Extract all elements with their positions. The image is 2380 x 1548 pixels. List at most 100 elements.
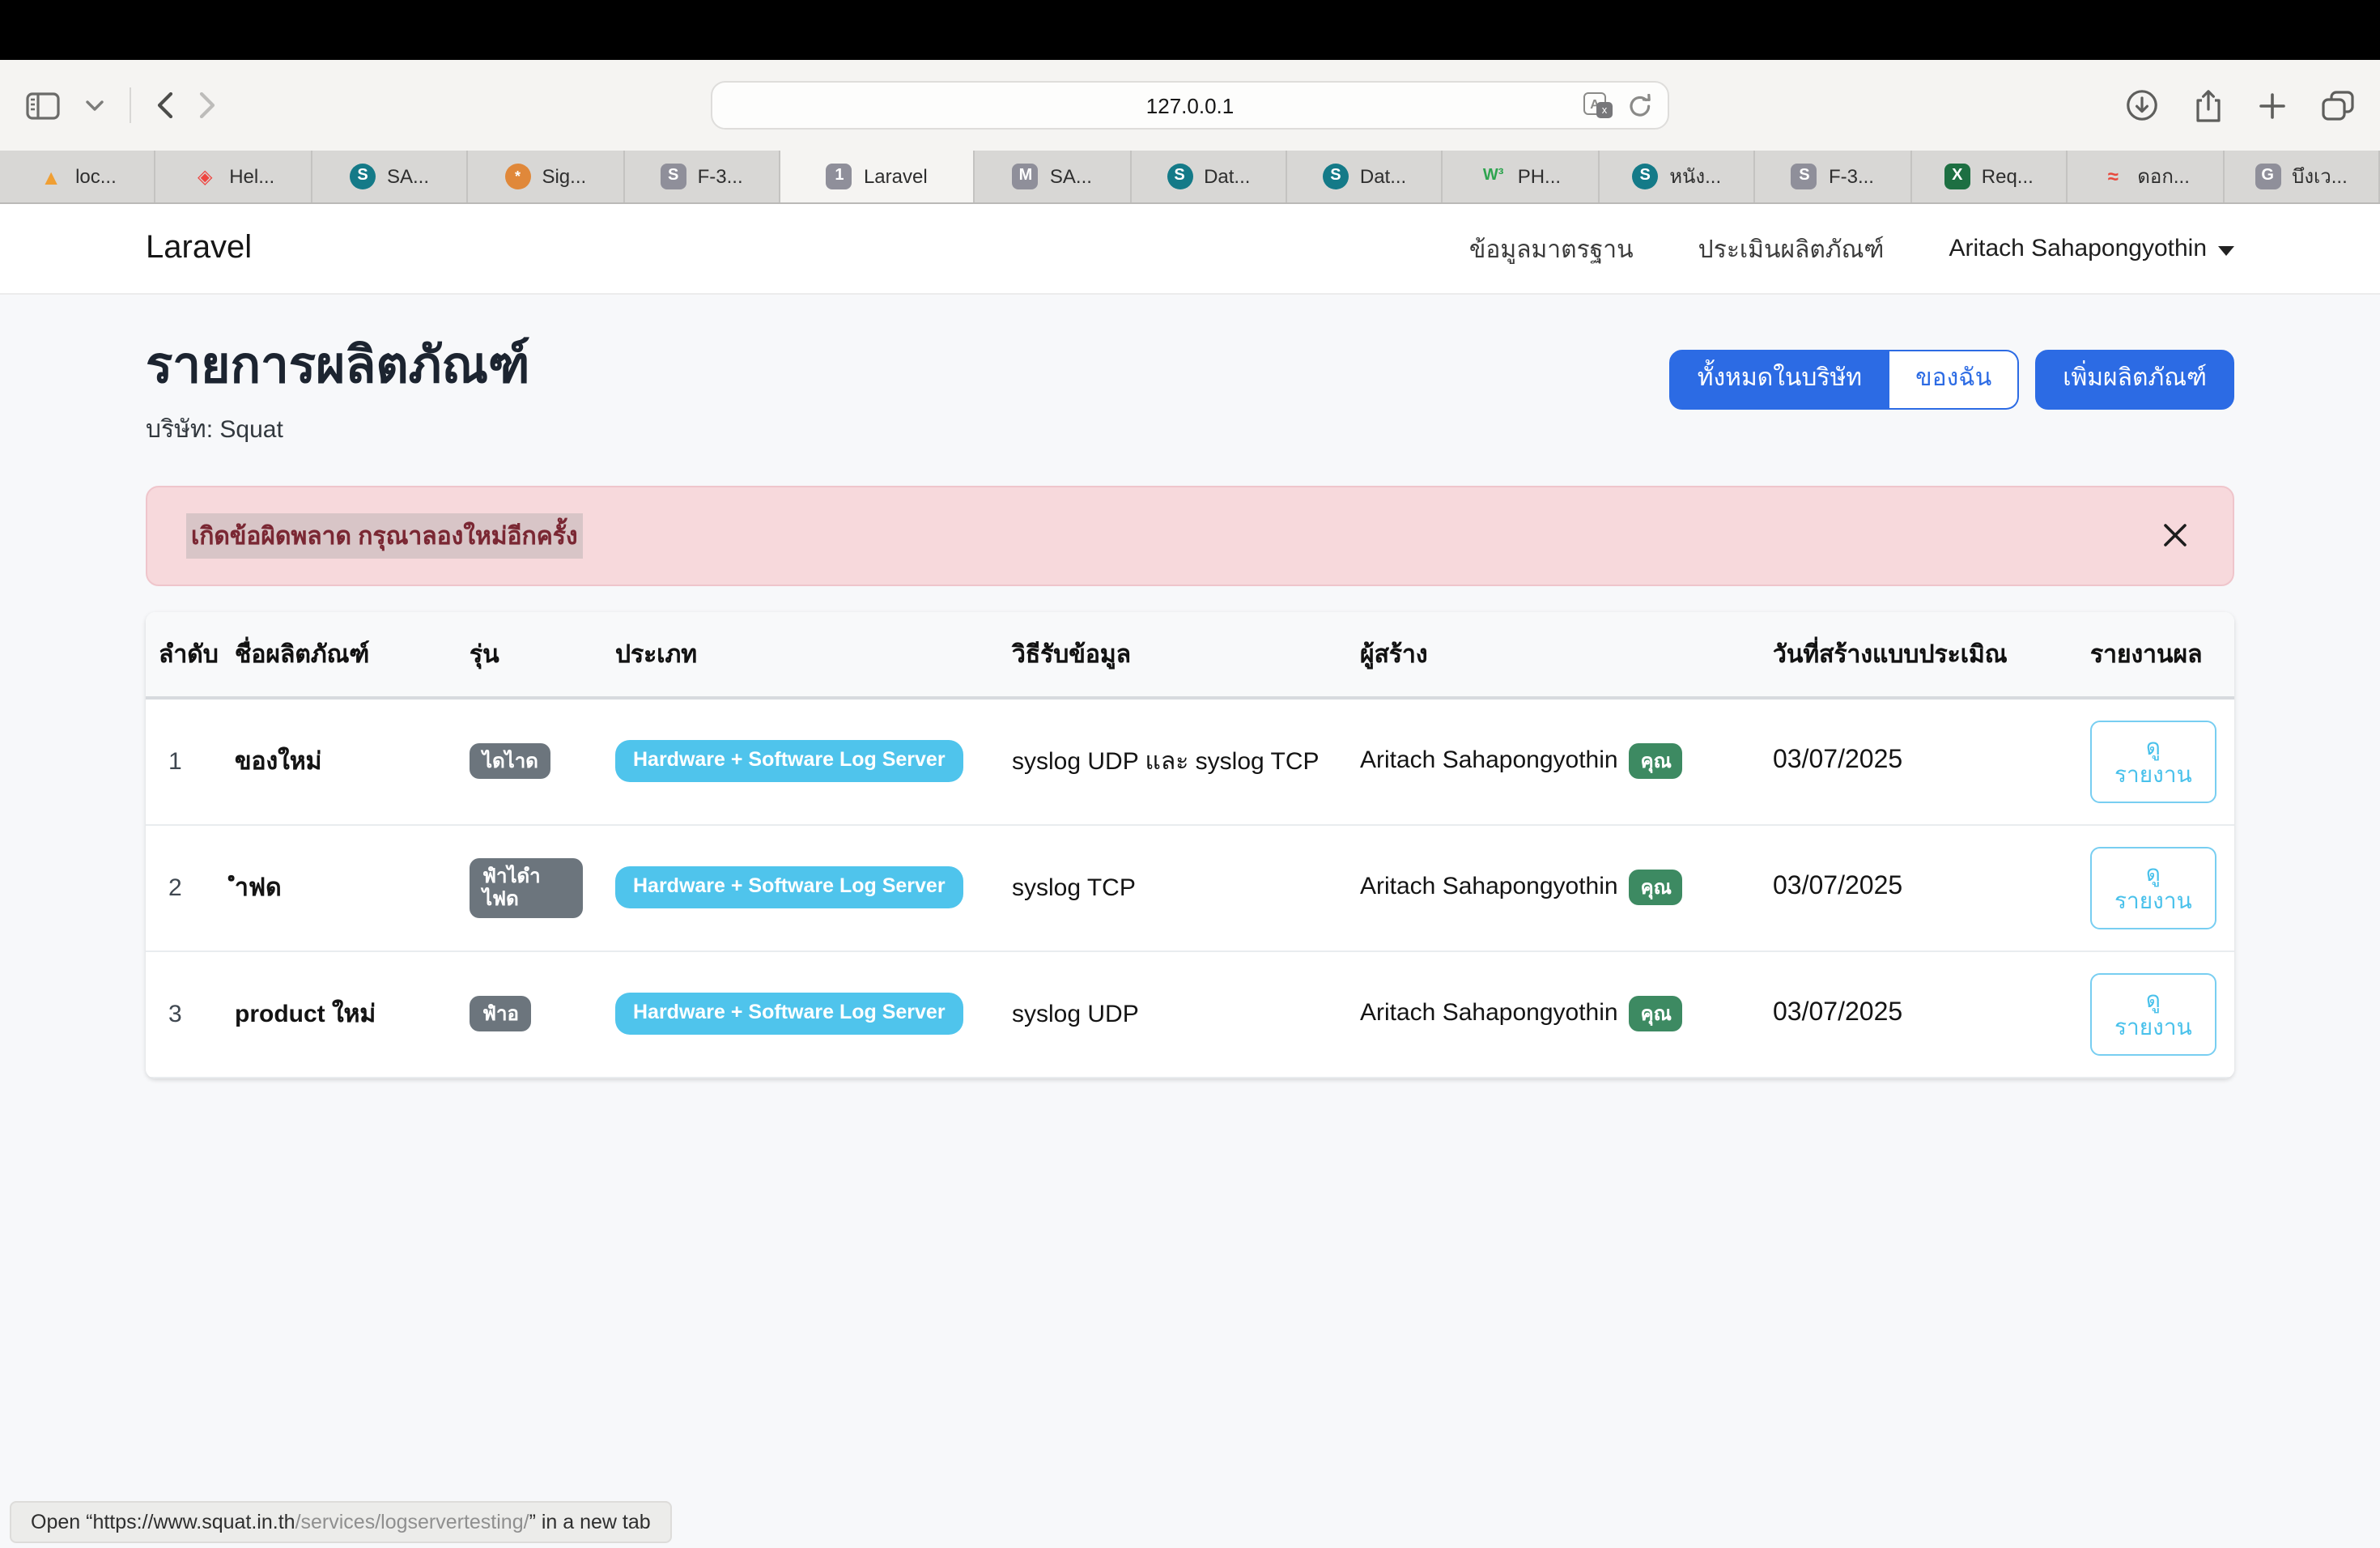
tab-strip: ▲ loc... ◈ Hel... S SA... * Sig... S F-3… <box>0 151 2380 204</box>
sidebar-icon <box>26 91 60 119</box>
product-name: ของใหม่ <box>219 697 453 824</box>
safari-window: 127.0.0.1 A x <box>0 0 2380 1548</box>
excel-favicon-icon: X <box>1944 164 1970 189</box>
tab-label: Dat... <box>1360 165 1406 188</box>
w3schools-favicon-icon: W³ <box>1481 164 1507 189</box>
new-tab-button[interactable] <box>2259 91 2286 119</box>
numbered-favicon-icon: 1 <box>827 164 852 189</box>
browser-tab[interactable]: ≈ ดอก... <box>2068 151 2224 202</box>
chevron-down-icon <box>86 100 104 111</box>
creator-name: Aritach Sahapongyothin <box>1360 746 1618 774</box>
tab-overview-button[interactable] <box>2322 90 2354 121</box>
model-badge: ไดไาด <box>470 743 551 780</box>
tab-label: F-3... <box>1829 165 1874 188</box>
browser-tab[interactable]: W³ PH... <box>1443 151 1600 202</box>
downloads-button[interactable] <box>2126 89 2158 121</box>
type-badge: Hardware + Software Log Server <box>615 993 963 1035</box>
phpmyadmin-favicon-icon: ▲ <box>38 164 64 189</box>
back-button[interactable] <box>157 92 173 118</box>
tab-label: Laravel <box>864 165 928 188</box>
view-report-button[interactable]: ดูรายงาน <box>2090 846 2216 929</box>
tab-label: Sig... <box>542 165 586 188</box>
user-name: Aritach Sahapongyothin <box>1949 235 2207 262</box>
browser-tab[interactable]: S หนัง... <box>1600 151 1756 202</box>
tab-label: F-3... <box>698 165 743 188</box>
link-status-bar: Open “https://www.squat.in.th/services/l… <box>10 1501 672 1543</box>
created-date: 03/07/2025 <box>1757 824 2074 950</box>
add-product-button[interactable]: เพิ่มผลิตภัณฑ์ <box>2035 350 2234 410</box>
view-report-button[interactable]: ดูรายงาน <box>2090 972 2216 1055</box>
sidebar-toggle-button[interactable] <box>26 91 60 119</box>
browser-tab[interactable]: S F-3... <box>624 151 780 202</box>
created-date: 03/07/2025 <box>1757 697 2074 824</box>
status-suffix: ” in a new tab <box>529 1511 651 1533</box>
column-header: รุ่น <box>453 611 599 697</box>
browser-toolbar: 127.0.0.1 A x <box>0 60 2380 151</box>
products-table: ลำดับชื่อผลิตภัณฑ์รุ่นประเภทวิธีรับข้อมู… <box>146 611 2234 1078</box>
browser-tab[interactable]: S SA... <box>312 151 469 202</box>
letter-s-favicon-icon: S <box>1791 164 1817 189</box>
main-content: รายการผลิตภัณฑ์ บริษัท: Squat ทั้งหมดในบ… <box>146 337 2234 1078</box>
column-header: ผู้สร้าง <box>1344 611 1757 697</box>
browser-tab[interactable]: S Dat... <box>1287 151 1443 202</box>
browser-tab[interactable]: X Req... <box>1911 151 2068 202</box>
share-button[interactable] <box>2194 88 2223 122</box>
row-number: 2 <box>146 824 219 950</box>
brand-link[interactable]: Laravel <box>146 230 252 267</box>
filter-all-button[interactable]: ทั้งหมดในบริษัท <box>1670 350 1889 410</box>
nav-link-standards[interactable]: ข้อมูลมาตรฐาน <box>1469 229 1634 268</box>
alert-close-button[interactable] <box>2157 517 2194 554</box>
tab-label: Dat... <box>1204 165 1250 188</box>
letter-g-favicon-icon: G <box>2255 164 2280 189</box>
browser-tab[interactable]: S F-3... <box>1756 151 1912 202</box>
letter-s-favicon-icon: S <box>661 164 686 189</box>
status-host: https://www.squat.in.th <box>92 1511 295 1533</box>
table-row: 3 product ใหม่ ฟำอ Hardware + Software L… <box>146 950 2234 1077</box>
browser-tab[interactable]: G บึงเว... <box>2224 151 2380 202</box>
sharepoint-favicon-icon: S <box>350 164 376 189</box>
address-bar[interactable]: 127.0.0.1 A x <box>711 81 1669 130</box>
browser-tab[interactable]: S Dat... <box>1131 151 1287 202</box>
orange-favicon-icon: * <box>504 164 530 189</box>
page-title: รายการผลิตภัณฑ์ <box>146 337 530 394</box>
browser-tab[interactable]: * Sig... <box>468 151 624 202</box>
caret-down-icon <box>2218 245 2234 255</box>
user-menu[interactable]: Aritach Sahapongyothin <box>1949 235 2234 262</box>
column-header: รายงานผล <box>2074 611 2234 697</box>
company-subtitle: บริษัท: Squat <box>146 409 530 448</box>
column-header: ประเภท <box>599 611 996 697</box>
error-alert-message: เกิดข้อผิดพลาด กรุณาลองใหม่อีกครั้ง <box>186 512 583 558</box>
browser-tab[interactable]: M SA... <box>975 151 1132 202</box>
nav-link-evaluate[interactable]: ประเมินผลิตภัณฑ์ <box>1698 229 1885 268</box>
laravel-logo-icon: ◈ <box>192 164 218 189</box>
row-number: 3 <box>146 950 219 1077</box>
products-table-card: ลำดับชื่อผลิตภัณฑ์รุ่นประเภทวิธีรับข้อมู… <box>146 611 2234 1078</box>
status-path: /services/logservertesting/ <box>295 1511 529 1533</box>
creator-name: Aritach Sahapongyothin <box>1360 999 1618 1027</box>
browser-tab[interactable]: ◈ Hel... <box>156 151 312 202</box>
app-navbar: Laravel ข้อมูลมาตรฐาน ประเมินผลิตภัณฑ์ A… <box>0 204 2380 295</box>
product-name: product ใหม่ <box>219 950 453 1077</box>
tab-label: บึงเว... <box>2292 161 2348 192</box>
error-alert: เกิดข้อผิดพลาด กรุณาลองใหม่อีกครั้ง <box>146 485 2234 585</box>
data-method: syslog UDP และ syslog TCP <box>996 697 1344 824</box>
column-header: วันที่สร้างแบบประเมิณ <box>1757 611 2074 697</box>
macos-menubar <box>0 0 2380 60</box>
browser-tab[interactable]: 1 Laravel <box>780 151 975 202</box>
forward-button[interactable] <box>199 92 215 118</box>
filter-mine-button[interactable]: ของฉัน <box>1889 350 2019 410</box>
table-row: 1 ของใหม่ ไดไาด Hardware + Software Log … <box>146 697 2234 824</box>
browser-tab[interactable]: ▲ loc... <box>0 151 156 202</box>
you-badge: คุณ <box>1630 870 1683 906</box>
you-badge: คุณ <box>1630 996 1683 1032</box>
tab-label: Hel... <box>229 165 274 188</box>
view-report-button[interactable]: ดูรายงาน <box>2090 720 2216 802</box>
translate-icon[interactable]: A x <box>1583 92 1613 118</box>
sharepoint-favicon-icon: S <box>1167 164 1192 189</box>
red-logo-favicon-icon: ≈ <box>2100 164 2126 189</box>
status-prefix: Open “ <box>31 1511 92 1533</box>
column-header: วิธีรับข้อมูล <box>996 611 1344 697</box>
reload-icon[interactable] <box>1629 93 1651 117</box>
sidebar-chevron-button[interactable] <box>86 100 104 111</box>
back-icon <box>157 92 173 118</box>
